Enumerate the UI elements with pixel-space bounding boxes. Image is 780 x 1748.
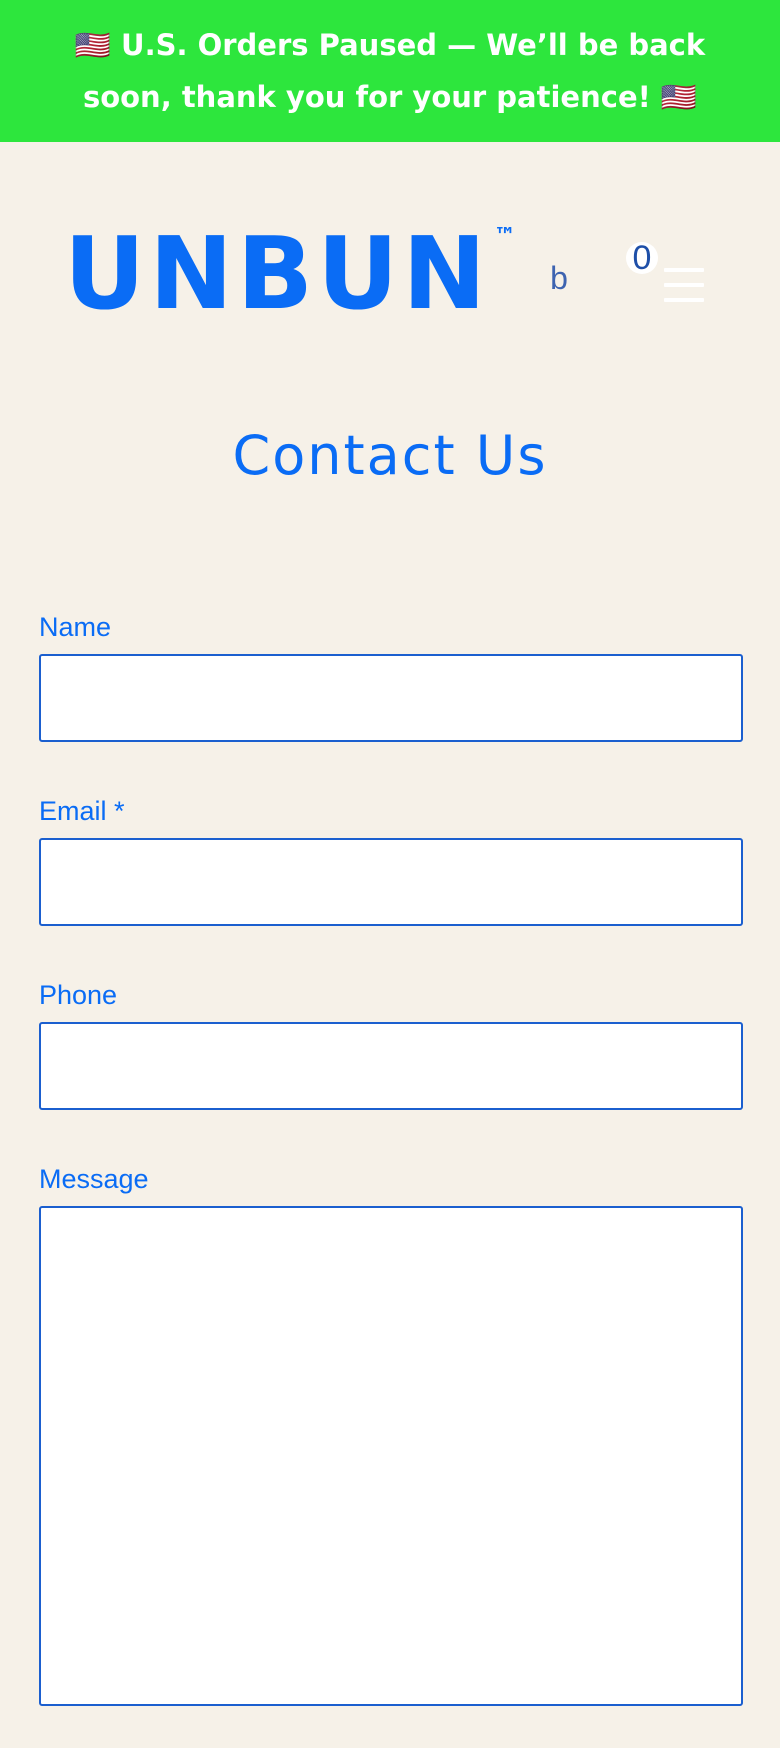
phone-input[interactable] — [39, 1022, 743, 1110]
message-textarea[interactable] — [39, 1206, 743, 1706]
logo-link[interactable]: UNBUN ™ — [64, 224, 516, 324]
email-field-group: Email * — [39, 784, 743, 926]
menu-line — [664, 283, 704, 287]
email-input[interactable] — [39, 838, 743, 926]
contact-form: Name Email * Phone Message — [39, 600, 743, 1748]
page-title: Contact Us — [232, 424, 548, 487]
logo-trademark: ™ — [494, 224, 517, 249]
message-field-group: Message — [39, 1152, 743, 1706]
name-input[interactable] — [39, 654, 743, 742]
message-label: Message — [39, 1164, 149, 1194]
name-field-group: Name — [39, 600, 743, 742]
logo: UNBUN — [64, 215, 491, 332]
menu-line — [664, 268, 704, 272]
phone-label: Phone — [39, 980, 118, 1010]
phone-field-group: Phone — [39, 968, 743, 1110]
menu-line — [664, 298, 704, 302]
announcement-bar: 🇺🇸 U.S. Orders Paused — We’ll be back so… — [0, 0, 780, 142]
site-header: UNBUN ™ b 0 — [0, 142, 780, 372]
name-label: Name — [39, 612, 112, 642]
hamburger-menu-icon[interactable] — [664, 268, 704, 302]
search-icon[interactable]: b — [544, 258, 574, 298]
email-label: Email * — [39, 796, 125, 826]
announcement-text: 🇺🇸 U.S. Orders Paused — We’ll be back so… — [74, 28, 706, 114]
cart-count-badge: 0 — [626, 241, 658, 275]
